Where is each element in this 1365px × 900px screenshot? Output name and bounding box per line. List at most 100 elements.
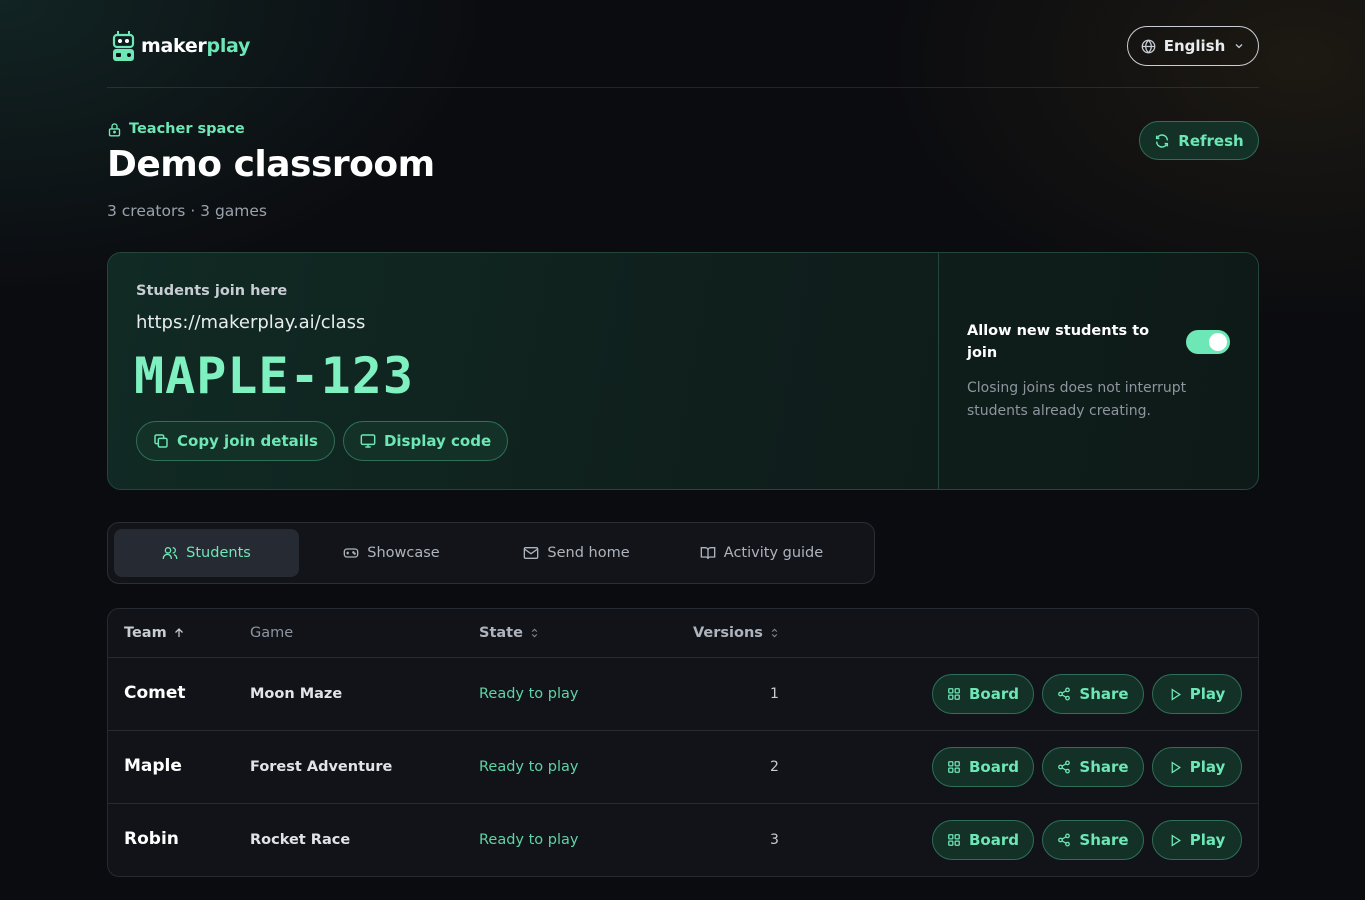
tab-activity-guide[interactable]: Activity guide (669, 529, 854, 577)
students-table: Team Game State Versions Comet Moon Maze… (107, 608, 1259, 877)
column-team-label: Team (124, 625, 167, 641)
monitor-icon (360, 433, 376, 449)
chevron-down-icon (1233, 40, 1245, 52)
play-label: Play (1189, 758, 1226, 776)
share-button[interactable]: Share (1042, 674, 1144, 714)
tab-students[interactable]: Students (114, 529, 299, 577)
arrow-up-icon (173, 627, 185, 639)
language-select[interactable]: English (1127, 26, 1259, 66)
play-button[interactable]: Play (1152, 674, 1242, 714)
game-state: Ready to play (479, 686, 579, 702)
join-label: Students join here (136, 283, 288, 299)
column-versions-label: Versions (693, 625, 763, 641)
game-name: Rocket Race (250, 832, 351, 848)
team-name: Maple (124, 756, 182, 776)
column-versions[interactable]: Versions (693, 625, 780, 641)
gamepad-icon (343, 545, 359, 561)
display-code-button[interactable]: Display code (342, 421, 509, 461)
top-bar: makerplay English (107, 0, 1259, 88)
share-label: Share (1079, 758, 1129, 776)
table-row: Robin Rocket Race Ready to play 3 Board … (108, 804, 1258, 876)
share-label: Share (1079, 685, 1129, 703)
lock-icon (107, 122, 122, 137)
table-row: Maple Forest Adventure Ready to play 2 B… (108, 731, 1258, 804)
book-icon (700, 545, 716, 561)
column-game-label: Game (250, 625, 294, 641)
game-name: Forest Adventure (250, 759, 393, 775)
tab-students-label: Students (186, 545, 251, 561)
brand-logo[interactable]: makerplay (112, 30, 250, 62)
grid-icon (947, 760, 961, 774)
allow-new-students-toggle[interactable] (1186, 330, 1230, 354)
copy-join-details-label: Copy join details (177, 432, 318, 450)
team-name: Comet (124, 683, 186, 703)
tab-bar: Students Showcase Send home Activity gui… (107, 522, 875, 584)
copy-icon (153, 433, 169, 449)
join-settings: Allow new students to join Closing joins… (939, 253, 1258, 489)
allow-new-students-label: Allow new students to join (967, 323, 1150, 361)
join-card: Students join here https://makerplay.ai/… (107, 252, 1259, 490)
share-icon (1057, 833, 1071, 847)
brand-name-part1: maker (141, 35, 207, 57)
users-icon (162, 545, 178, 561)
column-state[interactable]: State (479, 625, 540, 641)
display-code-label: Display code (383, 432, 492, 450)
play-button[interactable]: Play (1152, 747, 1242, 787)
version-count: 2 (770, 759, 779, 775)
tab-showcase-label: Showcase (367, 545, 440, 561)
team-name: Robin (124, 829, 179, 849)
board-button[interactable]: Board (932, 674, 1034, 714)
sort-icon (769, 627, 780, 639)
tab-showcase[interactable]: Showcase (299, 529, 484, 577)
join-url[interactable]: https://makerplay.ai/class (136, 312, 365, 333)
sort-icon (529, 627, 540, 639)
copy-join-details-button[interactable]: Copy join details (136, 421, 335, 461)
language-label: English (1163, 37, 1226, 55)
column-game: Game (250, 625, 293, 641)
brand-name-part2: play (206, 35, 251, 57)
join-code: MAPLE-123 (134, 347, 414, 405)
refresh-label: Refresh (1178, 131, 1244, 150)
tab-send-home-label: Send home (547, 545, 630, 561)
board-label: Board (969, 685, 1019, 703)
teacher-space-tag: Teacher space (107, 121, 245, 137)
refresh-button[interactable]: Refresh (1139, 121, 1259, 160)
column-team[interactable]: Team (124, 625, 185, 641)
tab-send-home[interactable]: Send home (484, 529, 669, 577)
share-button[interactable]: Share (1042, 820, 1144, 860)
page: makerplay English Teacher space Demo cla… (107, 0, 1259, 877)
board-label: Board (969, 831, 1019, 849)
share-icon (1057, 760, 1071, 774)
table-row: Comet Moon Maze Ready to play 1 Board Sh… (108, 658, 1258, 731)
play-button[interactable]: Play (1152, 820, 1242, 860)
refresh-icon (1154, 133, 1170, 149)
board-button[interactable]: Board (932, 747, 1034, 787)
board-button[interactable]: Board (932, 820, 1034, 860)
teacher-space-label: Teacher space (129, 121, 245, 137)
row-actions: Board Share Play (932, 747, 1242, 787)
classroom-header: Teacher space Demo classroom 3 creators … (107, 88, 1259, 253)
grid-icon (947, 833, 961, 847)
play-label: Play (1189, 831, 1226, 849)
play-icon (1169, 687, 1182, 701)
share-label: Share (1079, 831, 1129, 849)
version-count: 3 (770, 832, 779, 848)
join-details: Students join here https://makerplay.ai/… (108, 253, 939, 489)
play-icon (1169, 760, 1182, 774)
game-name: Moon Maze (250, 686, 343, 702)
mail-icon (523, 545, 539, 561)
share-icon (1057, 687, 1071, 701)
table-header: Team Game State Versions (108, 609, 1258, 658)
play-label: Play (1189, 685, 1226, 703)
toggle-knob (1209, 333, 1227, 351)
allow-new-students-help: Closing joins does not interrupt student… (967, 380, 1187, 419)
classroom-summary: 3 creators · 3 games (107, 202, 268, 220)
game-state: Ready to play (479, 759, 579, 775)
join-actions: Copy join details Display code (136, 421, 509, 461)
row-actions: Board Share Play (932, 674, 1242, 714)
tab-activity-guide-label: Activity guide (723, 545, 824, 561)
share-button[interactable]: Share (1042, 747, 1144, 787)
brand-name: makerplay (141, 35, 250, 57)
game-state: Ready to play (479, 832, 579, 848)
globe-icon (1141, 39, 1156, 54)
